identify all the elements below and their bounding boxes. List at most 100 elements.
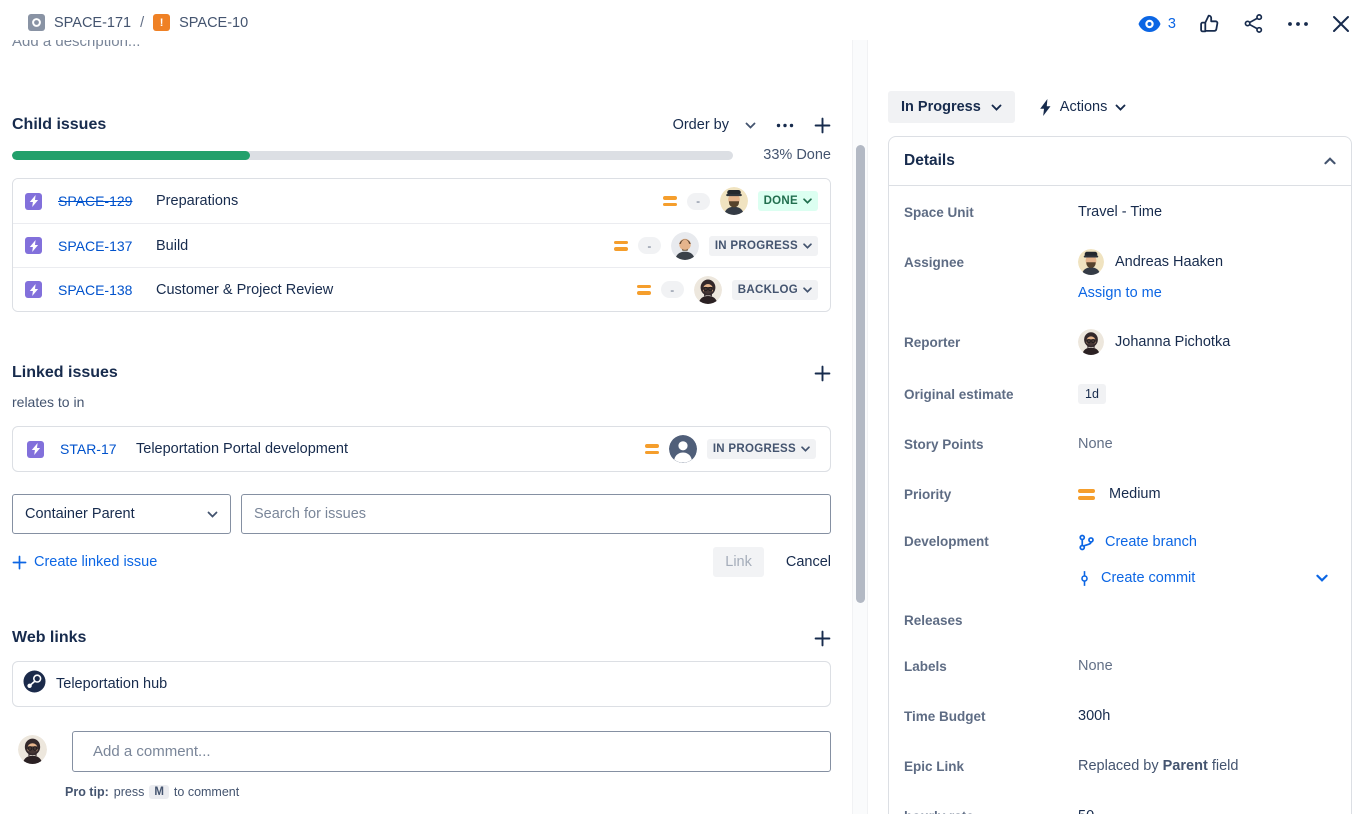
scrollbar-thumb[interactable] xyxy=(856,145,865,603)
field-label: Assignee xyxy=(904,249,1078,270)
add-web-link-icon[interactable] xyxy=(814,630,831,647)
link-type-value: Container Parent xyxy=(25,506,135,522)
status-dropdown[interactable]: IN PROGRESS xyxy=(707,439,816,459)
linked-issues-header: Linked issues xyxy=(12,360,831,386)
labels-value[interactable]: None xyxy=(1078,658,1336,674)
comment-section xyxy=(12,731,831,772)
cancel-button[interactable]: Cancel xyxy=(786,554,831,570)
field-space-unit: Space Unit Travel - Time xyxy=(904,190,1336,234)
space-unit-value[interactable]: Travel - Time xyxy=(1078,204,1336,220)
estimate-badge[interactable]: - xyxy=(638,237,661,254)
issue-type-icon xyxy=(25,281,42,298)
issue-key-link[interactable]: STAR-17 xyxy=(60,441,124,457)
like-button[interactable] xyxy=(1199,13,1220,34)
status-dropdown[interactable]: IN PROGRESS xyxy=(709,236,818,256)
time-budget-value[interactable]: 300h xyxy=(1078,708,1336,724)
assignee-value[interactable]: Andreas Haaken xyxy=(1078,249,1336,275)
create-commit-label: Create commit xyxy=(1101,570,1195,586)
close-icon[interactable] xyxy=(1332,15,1350,33)
status-button-label: In Progress xyxy=(901,99,981,115)
assignee-avatar[interactable] xyxy=(720,187,748,215)
scrollbar-track[interactable] xyxy=(852,40,868,814)
chevron-down-icon xyxy=(991,104,1002,111)
issue-summary[interactable]: Preparations xyxy=(156,193,238,209)
priority-name: Medium xyxy=(1109,486,1161,502)
share-icon[interactable] xyxy=(1243,13,1264,34)
assignee-avatar[interactable] xyxy=(671,232,699,260)
issue-key-link[interactable]: SPACE-129 xyxy=(58,193,144,209)
add-linked-issue-icon[interactable] xyxy=(814,365,831,382)
actions-dropdown-button[interactable]: Actions xyxy=(1039,99,1127,116)
assign-to-me-link[interactable]: Assign to me xyxy=(1078,285,1336,301)
lightning-icon xyxy=(1039,99,1052,116)
status-dropdown-button[interactable]: In Progress xyxy=(888,91,1015,123)
issue-key-link[interactable]: SPACE-137 xyxy=(58,238,144,254)
link-type-select[interactable]: Container Parent xyxy=(12,494,231,534)
child-issue-row[interactable]: SPACE-137 Build - IN PROGRESS xyxy=(13,223,830,267)
field-label: Releases xyxy=(904,613,1078,628)
original-estimate-value[interactable]: 1d xyxy=(1078,384,1106,404)
field-epic-link: Epic Link Replaced by Parent field xyxy=(904,744,1336,788)
field-story-points: Story Points None xyxy=(904,422,1336,466)
watchers-button[interactable]: 3 xyxy=(1138,16,1176,32)
issue-summary[interactable]: Customer & Project Review xyxy=(156,282,333,298)
assignee-avatar[interactable] xyxy=(694,276,722,304)
default-avatar[interactable] xyxy=(669,435,697,463)
details-panel-header[interactable]: Details xyxy=(889,137,1351,186)
search-issues-input[interactable] xyxy=(241,494,831,534)
field-assignee: Assignee Andreas Haaken Assign to me xyxy=(904,240,1336,312)
create-branch-link[interactable]: Create branch xyxy=(1078,524,1336,560)
issue-key-link[interactable]: SPACE-138 xyxy=(58,282,144,298)
priority-medium-icon xyxy=(1078,489,1095,500)
hourly-rate-value[interactable]: 50 xyxy=(1078,808,1336,814)
branch-icon xyxy=(1078,534,1095,551)
chevron-down-icon xyxy=(1316,574,1328,582)
protip-bold: Pro tip: xyxy=(65,785,109,799)
priority-medium-icon xyxy=(645,444,659,454)
watchers-count: 3 xyxy=(1168,16,1176,32)
issue-summary[interactable]: Teleportation Portal development xyxy=(136,441,348,457)
epic-link-value: Replaced by Parent field xyxy=(1078,758,1336,774)
field-hourly-rate: hourly rate 50 xyxy=(904,794,1336,814)
field-label: hourly rate xyxy=(904,809,1078,814)
epic-link-suffix: field xyxy=(1212,758,1239,774)
field-label: Original estimate xyxy=(904,387,1078,402)
web-links-header: Web links xyxy=(12,625,831,651)
web-links-title: Web links xyxy=(12,629,86,647)
linked-issue-row[interactable]: STAR-17 Teleportation Portal development… xyxy=(12,426,831,472)
order-by-dropdown[interactable]: Order by xyxy=(673,117,756,133)
status-label: IN PROGRESS xyxy=(715,240,798,252)
estimate-badge[interactable]: - xyxy=(687,193,710,210)
field-label: Epic Link xyxy=(904,759,1078,774)
child-issue-row[interactable]: SPACE-138 Customer & Project Review - BA… xyxy=(13,267,830,311)
field-label: Priority xyxy=(904,487,1078,502)
add-child-issue-icon[interactable] xyxy=(814,117,831,134)
progress-label: 33% Done xyxy=(763,147,831,163)
description-area[interactable]: Add a description... xyxy=(12,40,140,56)
estimate-badge[interactable]: - xyxy=(661,281,684,298)
link-button[interactable]: Link xyxy=(713,547,764,577)
add-comment-input[interactable] xyxy=(72,731,831,772)
more-actions-icon[interactable] xyxy=(1287,21,1309,27)
assignee-avatar xyxy=(1078,249,1104,275)
link-issue-form: Container Parent xyxy=(12,494,831,534)
issue-summary[interactable]: Build xyxy=(156,238,188,254)
issue-type-icon xyxy=(25,237,42,254)
description-placeholder: Add a description... xyxy=(12,40,140,50)
web-link-row[interactable]: Teleportation hub xyxy=(12,661,831,707)
field-label: Development xyxy=(904,524,1078,549)
current-user-avatar[interactable] xyxy=(18,735,47,764)
status-dropdown[interactable]: BACKLOG xyxy=(732,280,818,300)
priority-value[interactable]: Medium xyxy=(1078,486,1336,502)
status-dropdown[interactable]: DONE xyxy=(758,191,818,211)
reporter-value[interactable]: Johanna Pichotka xyxy=(1078,329,1336,355)
child-issues-more-icon[interactable] xyxy=(776,123,794,128)
protip-text: to comment xyxy=(174,785,239,799)
create-commit-link[interactable]: Create commit xyxy=(1078,560,1336,596)
create-linked-issue-link[interactable]: Create linked issue xyxy=(12,554,157,570)
story-points-value[interactable]: None xyxy=(1078,436,1336,452)
child-issue-row[interactable]: SPACE-129 Preparations - DONE xyxy=(13,179,830,223)
web-link-label[interactable]: Teleportation hub xyxy=(56,676,167,692)
status-label: DONE xyxy=(764,195,798,207)
chevron-down-icon xyxy=(801,446,810,452)
